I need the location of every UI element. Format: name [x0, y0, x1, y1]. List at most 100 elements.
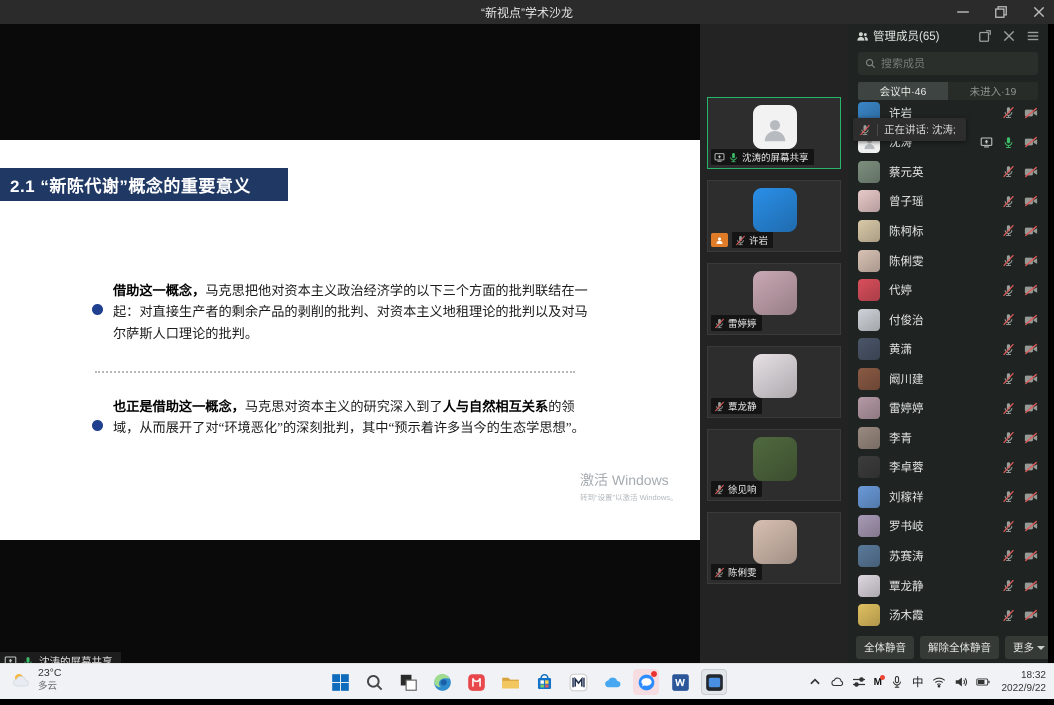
- mic-icon[interactable]: [1002, 284, 1015, 297]
- menu-icon[interactable]: [1026, 29, 1040, 43]
- mic-tray-icon[interactable]: [890, 675, 904, 689]
- member-row[interactable]: 黄潇: [848, 334, 1048, 364]
- member-row[interactable]: 覃龙静: [848, 571, 1048, 601]
- restore-icon[interactable]: [994, 5, 1008, 19]
- camera-icon[interactable]: [1024, 165, 1038, 179]
- task-view-icon[interactable]: [395, 669, 421, 695]
- member-row[interactable]: 罗书岐: [848, 512, 1048, 542]
- close-panel-icon[interactable]: [1002, 29, 1016, 43]
- mic-icon[interactable]: [1002, 609, 1015, 622]
- member-row[interactable]: 曾子瑶: [848, 187, 1048, 217]
- start-icon[interactable]: [327, 669, 353, 695]
- member-row[interactable]: 蔡元英: [848, 157, 1048, 187]
- mic-icon[interactable]: [1002, 461, 1015, 474]
- wifi-icon[interactable]: [932, 675, 946, 689]
- video-tile[interactable]: 许岩: [707, 180, 841, 252]
- member-row[interactable]: 代婷: [848, 275, 1048, 305]
- mic-icon[interactable]: [1002, 313, 1015, 326]
- mic-icon[interactable]: [1002, 549, 1015, 562]
- video-tile[interactable]: 徐见响: [707, 429, 841, 501]
- mic-icon[interactable]: [1002, 372, 1015, 385]
- participant-name: 徐见响: [728, 482, 757, 496]
- close-icon[interactable]: [1032, 5, 1046, 19]
- avatar: [858, 220, 880, 242]
- member-row[interactable]: 陈柯标: [848, 216, 1048, 246]
- member-row[interactable]: 李卓蓉: [848, 453, 1048, 483]
- mixer-tray-icon[interactable]: [852, 675, 866, 689]
- video-tile[interactable]: 沈涛的屏幕共享: [707, 97, 841, 169]
- camera-icon[interactable]: [1024, 194, 1038, 208]
- video-tile[interactable]: 陈俐雯: [707, 512, 841, 584]
- more-button[interactable]: 更多: [1005, 636, 1053, 659]
- edge-icon[interactable]: [429, 669, 455, 695]
- camera-icon[interactable]: [1024, 519, 1038, 533]
- camera-icon[interactable]: [1024, 372, 1038, 386]
- appgallery-icon[interactable]: [463, 669, 489, 695]
- avatar: [858, 161, 880, 183]
- camera-icon[interactable]: [1024, 579, 1038, 593]
- tray-expand-icon[interactable]: [808, 675, 822, 689]
- camera-icon[interactable]: [1024, 342, 1038, 356]
- member-search-box[interactable]: [858, 52, 1038, 75]
- unmute-all-button[interactable]: 解除全体静音: [920, 636, 999, 659]
- screenshare-app-icon[interactable]: [701, 669, 727, 695]
- member-row[interactable]: 雷婷婷: [848, 393, 1048, 423]
- mic-icon[interactable]: [1002, 254, 1015, 267]
- battery-icon[interactable]: [976, 675, 990, 689]
- member-row[interactable]: 李青: [848, 423, 1048, 453]
- search-icon[interactable]: [361, 669, 387, 695]
- word-icon[interactable]: [667, 669, 693, 695]
- camera-icon[interactable]: [1024, 401, 1038, 415]
- presentation-slide: 2.1 “新陈代谢”概念的重要意义 借助这一概念，马克思把他对资本主义政治经济学…: [0, 140, 700, 540]
- mindmaster-tray-icon[interactable]: M: [874, 677, 882, 688]
- ime-indicator[interactable]: 中: [912, 674, 924, 690]
- mic-icon[interactable]: [1002, 579, 1015, 592]
- member-row[interactable]: 付俊治: [848, 305, 1048, 335]
- file-explorer-icon[interactable]: [497, 669, 523, 695]
- member-name: 黄潇: [889, 341, 1002, 357]
- mic-icon[interactable]: [1002, 106, 1015, 119]
- camera-icon[interactable]: [1024, 460, 1038, 474]
- onedrive-icon[interactable]: [599, 669, 625, 695]
- mic-icon[interactable]: [1002, 165, 1015, 178]
- mic-icon[interactable]: [1002, 490, 1015, 503]
- member-row[interactable]: 苏赛涛: [848, 541, 1048, 571]
- camera-icon[interactable]: [1024, 224, 1038, 238]
- mindmaster-icon[interactable]: [565, 669, 591, 695]
- video-tile[interactable]: 覃龙静: [707, 346, 841, 418]
- mute-all-button[interactable]: 全体静音: [856, 636, 914, 659]
- caret-down-icon: [1037, 646, 1045, 650]
- mic-icon[interactable]: [1002, 195, 1015, 208]
- video-tile[interactable]: 雷婷婷: [707, 263, 841, 335]
- member-name: 苏赛涛: [889, 548, 1002, 564]
- mic-icon[interactable]: [1002, 431, 1015, 444]
- camera-icon[interactable]: [1024, 313, 1038, 327]
- taskbar-clock[interactable]: 18:32 2022/9/22: [1002, 669, 1047, 695]
- search-input[interactable]: [881, 58, 1031, 70]
- camera-icon[interactable]: [1024, 608, 1038, 622]
- tile-label: 覃龙静: [711, 398, 762, 414]
- camera-icon[interactable]: [1024, 283, 1038, 297]
- camera-icon[interactable]: [1024, 254, 1038, 268]
- store-icon[interactable]: [531, 669, 557, 695]
- member-row[interactable]: 陈俐雯: [848, 246, 1048, 276]
- popout-icon[interactable]: [978, 29, 992, 43]
- camera-icon[interactable]: [1024, 106, 1038, 120]
- member-row[interactable]: 刘稼祥: [848, 482, 1048, 512]
- camera-icon[interactable]: [1024, 431, 1038, 445]
- mic-icon[interactable]: [1002, 402, 1015, 415]
- member-row[interactable]: 汤木霞: [848, 600, 1048, 630]
- volume-icon[interactable]: [954, 675, 968, 689]
- mic-icon[interactable]: [1002, 224, 1015, 237]
- camera-icon[interactable]: [1024, 135, 1038, 149]
- meeting-icon[interactable]: [633, 669, 659, 695]
- mic-icon[interactable]: [1002, 343, 1015, 356]
- minimize-icon[interactable]: [956, 5, 970, 19]
- onedrive-tray-icon[interactable]: [830, 675, 844, 689]
- mic-icon[interactable]: [1002, 520, 1015, 533]
- camera-icon[interactable]: [1024, 549, 1038, 563]
- camera-icon[interactable]: [1024, 490, 1038, 504]
- member-row[interactable]: 阚川建: [848, 364, 1048, 394]
- weather-widget[interactable]: 23°C 多云: [10, 667, 61, 692]
- mic-icon[interactable]: [1002, 136, 1015, 149]
